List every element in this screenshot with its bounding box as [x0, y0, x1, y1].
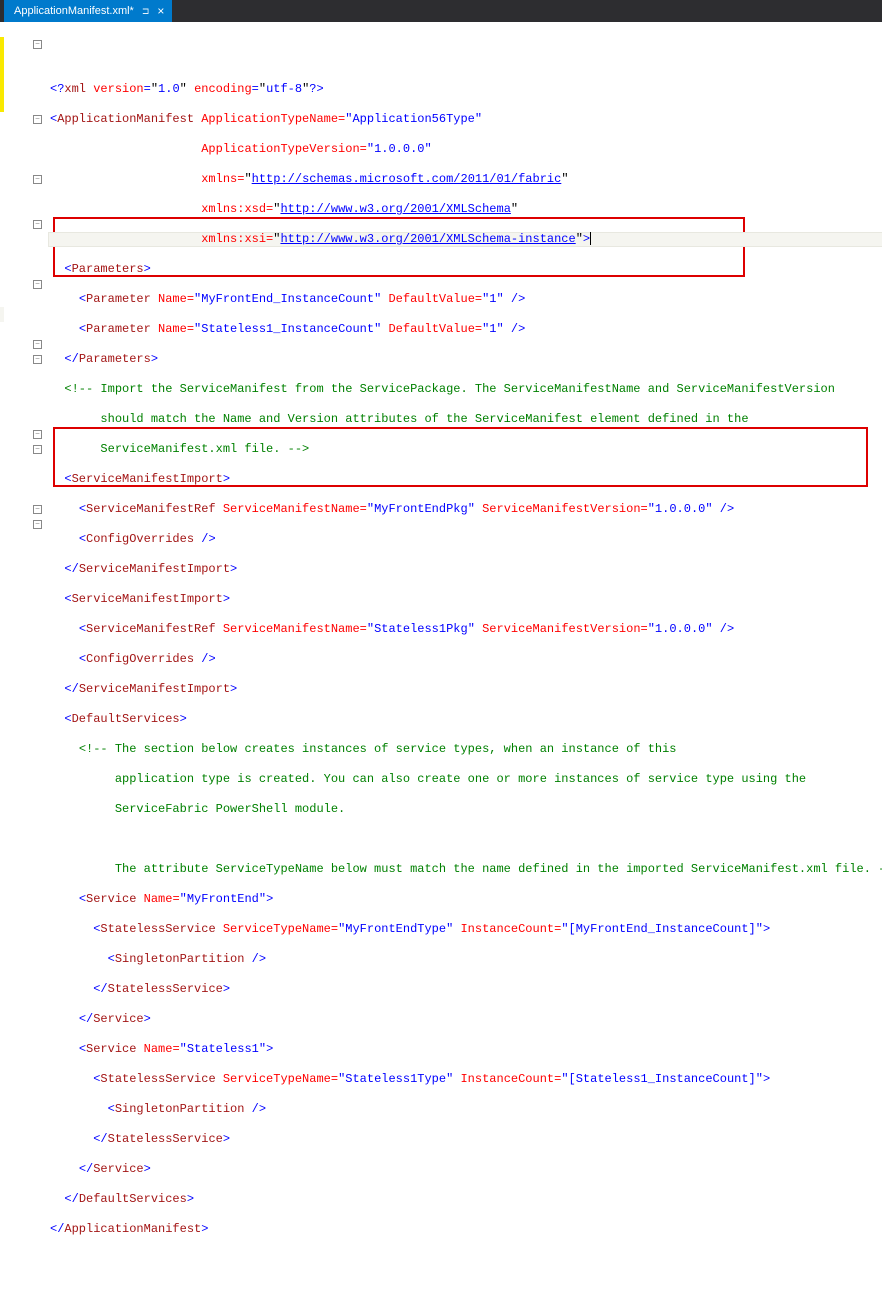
- fold-toggle[interactable]: −: [33, 280, 42, 289]
- tab-bar: ApplicationManifest.xml* ⊐ ×: [0, 0, 882, 22]
- xmlns-xsd-link[interactable]: http://www.w3.org/2001/XMLSchema: [280, 202, 510, 216]
- xmlns-link[interactable]: http://schemas.microsoft.com/2011/01/fab…: [252, 172, 562, 186]
- fold-toggle[interactable]: −: [33, 115, 42, 124]
- fold-toggle[interactable]: −: [33, 175, 42, 184]
- fold-toggle[interactable]: −: [33, 220, 42, 229]
- fold-toggle[interactable]: −: [33, 505, 42, 514]
- text-cursor: [590, 232, 591, 245]
- file-tab[interactable]: ApplicationManifest.xml* ⊐ ×: [4, 0, 172, 22]
- fold-toggle[interactable]: −: [33, 355, 42, 364]
- close-icon[interactable]: ×: [157, 4, 164, 18]
- fold-toggle[interactable]: −: [33, 520, 42, 529]
- code-body[interactable]: <?xml version="1.0" encoding="utf-8"?> <…: [48, 22, 882, 1312]
- xmlns-xsi-link[interactable]: http://www.w3.org/2001/XMLSchema-instanc…: [280, 232, 575, 246]
- code-editor: − − − − − − − − − − −: [0, 22, 882, 1312]
- fold-toggle[interactable]: −: [33, 445, 42, 454]
- fold-toggle[interactable]: −: [33, 430, 42, 439]
- outline-gutter: − − − − − − − − − − −: [4, 22, 48, 1312]
- fold-toggle[interactable]: −: [33, 340, 42, 349]
- pin-icon[interactable]: ⊐: [142, 6, 150, 17]
- tab-title: ApplicationManifest.xml*: [14, 5, 134, 17]
- fold-toggle[interactable]: −: [33, 40, 42, 49]
